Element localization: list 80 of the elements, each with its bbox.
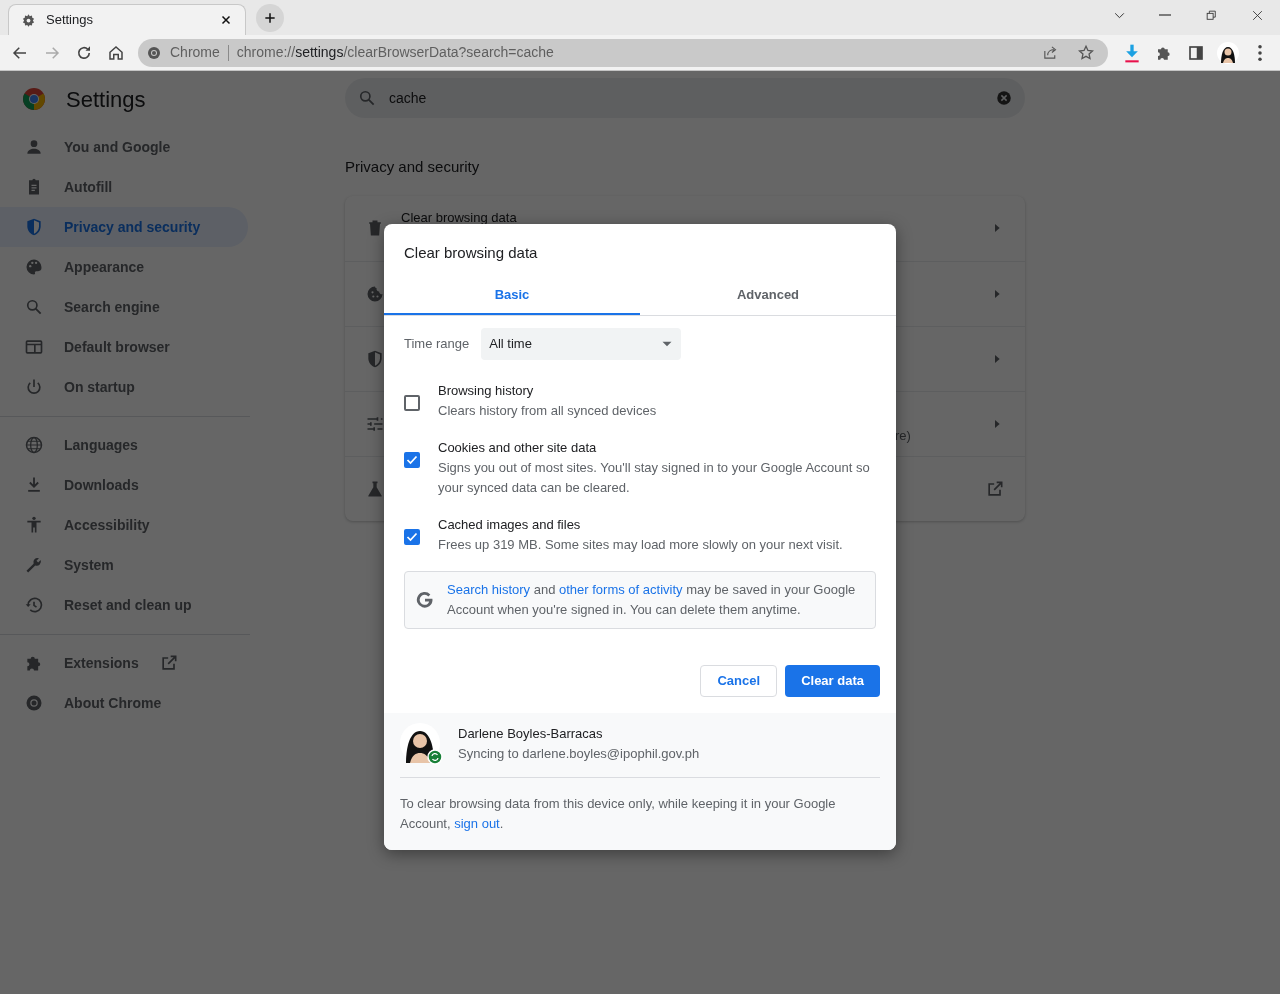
row-subtitle: re): [895, 426, 911, 445]
sidebar-item[interactable]: Reset and clean up: [0, 585, 248, 625]
clear-icon[interactable]: [995, 89, 1013, 107]
sidebar-item[interactable]: Languages: [0, 425, 248, 465]
sync-status: Syncing to darlene.boyles@ipophil.gov.ph: [458, 744, 700, 763]
sidebar-item[interactable]: Accessibility: [0, 505, 248, 545]
globe-icon: [24, 435, 44, 455]
accessibility-icon: [24, 515, 44, 535]
address-bar[interactable]: Chrome chrome://settings/clearBrowserData?search=cache: [138, 38, 1108, 67]
checkbox[interactable]: [404, 528, 420, 545]
option-description: Signs you out of most sites. You'll stay signed in to your Google Account so your synced data can be cleared.: [438, 458, 871, 497]
minimize-icon: [1159, 14, 1171, 16]
time-range-select[interactable]: All time: [481, 327, 682, 360]
search-bar[interactable]: cache: [345, 78, 1025, 118]
footer-text: To clear browsing data from this device only, while keeping it in your Google Account, sign out.: [400, 794, 837, 833]
search-field[interactable]: cache: [389, 87, 983, 109]
tab-title: Settings: [46, 11, 94, 30]
sidebar-item[interactable]: Privacy and security: [0, 207, 248, 247]
dialog-title: Clear browsing data: [403, 243, 539, 263]
search-icon: [357, 88, 377, 108]
field-label: Time range: [404, 334, 470, 353]
option-description: Clears history from all synced devices: [438, 401, 657, 420]
search-icon: [24, 297, 44, 317]
palette-icon: [24, 257, 44, 277]
account-name: Darlene Boyles-Barracas: [458, 724, 604, 743]
option-description: Frees up 319 MB. Some sites may load more slowly on your next visit.: [438, 535, 843, 554]
sidebar-item[interactable]: Autofill: [0, 167, 248, 207]
option-title: Cookies and other site data: [438, 438, 598, 457]
sidebar-item[interactable]: On startup: [0, 367, 248, 407]
checkbox[interactable]: [404, 394, 420, 411]
avatar-icon: [400, 722, 444, 765]
avatar-icon: [1216, 40, 1240, 65]
close-icon: [1250, 8, 1264, 22]
gear-icon: [21, 12, 36, 28]
info-text: Search history and other forms of activity may be saved in your Google Account when you're signed in. You can delete them anytime.: [447, 580, 857, 619]
new-tab-button[interactable]: [256, 4, 284, 32]
shield-icon: [24, 217, 44, 237]
chrome-logo-icon: [146, 44, 162, 61]
kebab-menu-icon: [1258, 44, 1262, 61]
chrome-logo-icon: [22, 87, 46, 111]
restore-icon: [1204, 8, 1218, 22]
sidebar-item[interactable]: You and Google: [0, 127, 248, 167]
history-icon: [24, 595, 44, 615]
link[interactable]: Search history: [447, 581, 531, 597]
row-title: Clear browsing data: [401, 209, 518, 227]
sidebar-item[interactable]: Appearance: [0, 247, 248, 287]
wrench-icon: [24, 555, 44, 575]
checkbox[interactable]: [404, 451, 420, 468]
share-icon: [1041, 44, 1059, 61]
option-title: Browsing history: [438, 381, 535, 400]
sidebar-item[interactable]: System: [0, 545, 248, 585]
url-text: chrome://settings/clearBrowserData?search=cache: [236, 43, 555, 62]
browser-tab[interactable]: Settings: [8, 4, 246, 35]
clear-data-button[interactable]: Clear data: [785, 664, 880, 697]
google-g-icon: [415, 589, 435, 610]
browser-window-icon: [24, 337, 44, 357]
option-title: Cached images and files: [438, 515, 582, 534]
side-panel-icon: [1187, 43, 1205, 62]
download-icon: [1122, 42, 1142, 63]
sidebar-item[interactable]: Extensions: [0, 643, 248, 683]
star-icon: [1077, 43, 1095, 62]
dialog-tab[interactable]: Advanced: [640, 277, 896, 315]
sidebar-item[interactable]: Downloads: [0, 465, 248, 505]
settings-title: Settings: [66, 85, 146, 114]
sign-out-link[interactable]: sign out: [454, 815, 500, 831]
origin-label: Chrome: [170, 43, 220, 62]
power-icon: [24, 377, 44, 397]
sidebar-item[interactable]: Search engine: [0, 287, 248, 327]
section-heading: Privacy and security: [345, 157, 481, 177]
chrome-logo-icon: [24, 693, 44, 713]
plus-icon: [263, 11, 277, 25]
sidebar-item[interactable]: Default browser: [0, 327, 248, 367]
close-icon: [220, 14, 232, 26]
home-icon: [107, 43, 125, 62]
sidebar-item[interactable]: About Chrome: [0, 683, 248, 723]
dialog-tab[interactable]: Basic: [384, 277, 640, 315]
cancel-button[interactable]: Cancel: [700, 664, 778, 697]
shield-icon: [365, 348, 385, 369]
person-icon: [24, 137, 44, 157]
link[interactable]: other forms of activity: [559, 581, 683, 597]
